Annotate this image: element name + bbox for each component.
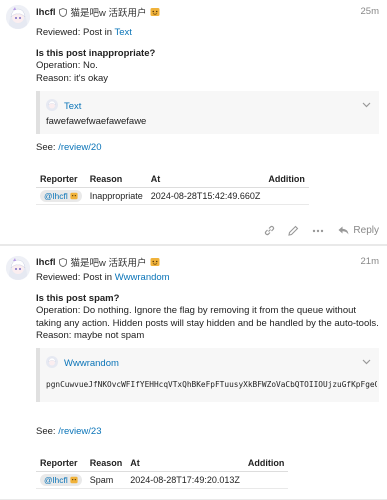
chevron-down-icon[interactable] bbox=[362, 357, 371, 368]
mention-text: @lhcfl bbox=[44, 190, 68, 201]
shield-icon bbox=[58, 257, 67, 267]
at-cell: 2024-08-28T17:49:20.013Z bbox=[126, 471, 244, 489]
operation-text: Operation: No. bbox=[36, 60, 98, 71]
column-header: Addition bbox=[243, 455, 289, 472]
quote-topic-link[interactable]: Wwwrandom bbox=[64, 358, 119, 369]
reporter-cell: @lhcfl bbox=[36, 471, 86, 489]
topic-link[interactable]: Wwwrandom bbox=[115, 272, 170, 283]
column-header: At bbox=[126, 455, 244, 472]
user-mention[interactable]: @lhcfl bbox=[40, 189, 82, 202]
quote-avatar bbox=[46, 356, 58, 371]
addition-cell bbox=[243, 471, 289, 489]
column-header: Reason bbox=[85, 171, 147, 188]
reply-button[interactable]: Reply bbox=[338, 225, 379, 236]
link-icon[interactable] bbox=[264, 225, 275, 236]
chevron-down-icon[interactable] bbox=[362, 100, 371, 111]
topic-link[interactable]: Text bbox=[115, 27, 132, 38]
at-cell: 2024-08-28T15:42:49.660Z bbox=[146, 187, 265, 205]
table-row: @lhcfl Spam 2024-08-28T17:49:20.013Z bbox=[36, 471, 289, 489]
quote-block: Text fawefawefwaefawefawe bbox=[36, 91, 379, 134]
reviewed-line: Reviewed: Post in Wwwrandom bbox=[36, 272, 379, 285]
see-prefix: See: bbox=[36, 426, 59, 437]
reporter-cell: @lhcfl bbox=[36, 187, 86, 205]
addition-cell bbox=[264, 187, 309, 205]
reviewed-prefix: Reviewed: Post in bbox=[36, 272, 115, 283]
review-question: Is this post inappropriate? bbox=[36, 47, 156, 59]
quote-header: Text bbox=[46, 99, 81, 114]
see-line: See: /review/23 bbox=[36, 426, 102, 437]
column-header: Reporter bbox=[36, 455, 86, 472]
reviewed-prefix: Reviewed: Post in bbox=[36, 27, 115, 38]
username[interactable]: lhcfl bbox=[36, 257, 56, 268]
avatar[interactable] bbox=[6, 256, 30, 280]
reply-label: Reply bbox=[353, 225, 379, 236]
reviewed-line: Reviewed: Post in Text bbox=[36, 27, 379, 40]
quote-topic-link[interactable]: Text bbox=[64, 101, 81, 112]
table-row: @lhcfl Inappropriate 2024-08-28T15:42:49… bbox=[36, 187, 309, 205]
user-title: 猫是吧w 活跃用户 bbox=[70, 8, 147, 19]
column-header: Addition bbox=[264, 171, 309, 188]
flag-table: Reporter Reason At Addition @lhcfl Inapp… bbox=[36, 171, 309, 205]
see-line: See: /review/20 bbox=[36, 142, 102, 153]
emoji-badge-icon bbox=[150, 257, 160, 267]
reason-text: Reason: it's okay bbox=[36, 72, 109, 84]
user-mention[interactable]: @lhcfl bbox=[40, 473, 82, 486]
post-time[interactable]: 21m bbox=[361, 256, 379, 267]
table-header-row: Reporter Reason At Addition bbox=[36, 455, 289, 472]
reason-cell: Inappropriate bbox=[85, 187, 147, 205]
ellipsis-icon[interactable] bbox=[312, 229, 324, 233]
emoji-badge-icon bbox=[150, 7, 160, 17]
post-header: lhcfl 猫是吧w 活跃用户 21m bbox=[36, 255, 379, 269]
column-header: Reason bbox=[85, 455, 127, 472]
emoji-badge-icon bbox=[70, 192, 78, 199]
see-prefix: See: bbox=[36, 142, 59, 153]
quote-header: Wwwrandom bbox=[46, 356, 119, 371]
review-link[interactable]: /review/20 bbox=[58, 142, 101, 153]
column-header: At bbox=[146, 171, 265, 188]
post-body: Reviewed: Post in Wwwrandom Is this post… bbox=[36, 272, 379, 343]
user-title: 猫是吧w 活跃用户 bbox=[70, 258, 147, 269]
reason-text: Reason: maybe not spam bbox=[36, 330, 145, 341]
reply-icon bbox=[338, 226, 349, 235]
review-link[interactable]: /review/23 bbox=[58, 426, 101, 437]
post-1: lhcfl 猫是吧w 活跃用户 25m Reviewed: Post in Te… bbox=[0, 0, 387, 245]
post-time[interactable]: 25m bbox=[361, 6, 379, 17]
shield-icon bbox=[58, 7, 67, 17]
emoji-badge-icon bbox=[70, 476, 78, 483]
quote-block: Wwwrandom pgnCuwvueJfNKOvcWFIfYEHHcqVTxQ… bbox=[36, 348, 379, 402]
reason-cell: Spam bbox=[85, 471, 127, 489]
quote-avatar bbox=[46, 99, 58, 114]
operation-text: Operation: Do nothing. Ignore the flag b… bbox=[36, 305, 379, 329]
review-question: Is this post spam? bbox=[36, 292, 120, 304]
username[interactable]: lhcfl bbox=[36, 7, 56, 18]
quote-text: fawefawefwaefawefawe bbox=[46, 116, 147, 127]
avatar[interactable] bbox=[6, 5, 30, 29]
table-header-row: Reporter Reason At Addition bbox=[36, 171, 309, 188]
quote-code-text: pgnCuwvueJfNKOvcWFIfYEHHcqVTxQhBKeFpFTuu… bbox=[46, 380, 377, 389]
flag-table: Reporter Reason At Addition @lhcfl Spam … bbox=[36, 455, 289, 489]
mention-text: @lhcfl bbox=[44, 474, 68, 485]
column-header: Reporter bbox=[36, 171, 86, 188]
post-actions: Reply bbox=[251, 225, 379, 236]
pencil-icon[interactable] bbox=[288, 225, 299, 236]
post-body: Reviewed: Post in Text Is this post inap… bbox=[36, 27, 379, 85]
post-header: lhcfl 猫是吧w 活跃用户 25m bbox=[36, 5, 379, 19]
post-2: lhcfl 猫是吧w 活跃用户 21m Reviewed: Post in Ww… bbox=[0, 245, 387, 500]
